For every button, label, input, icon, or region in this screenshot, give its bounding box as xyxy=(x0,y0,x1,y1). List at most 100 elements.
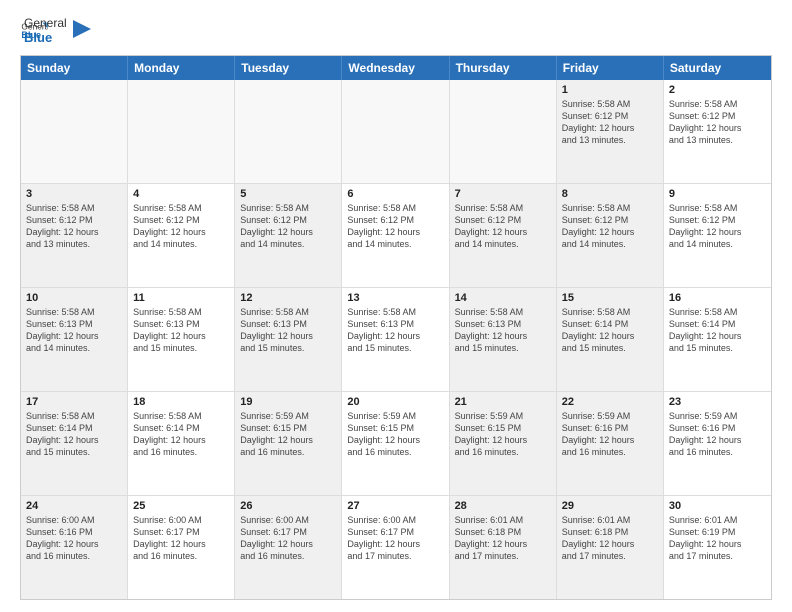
cell-details: Sunrise: 6:00 AM Sunset: 6:17 PM Dayligh… xyxy=(347,514,443,563)
cell-details: Sunrise: 5:59 AM Sunset: 6:15 PM Dayligh… xyxy=(347,410,443,459)
calendar-cell xyxy=(342,80,449,183)
day-number: 14 xyxy=(455,292,551,304)
calendar-cell: 25 Sunrise: 6:00 AM Sunset: 6:17 PM Dayli… xyxy=(128,496,235,599)
calendar-cell: 4 Sunrise: 5:58 AM Sunset: 6:12 PM Daylig… xyxy=(128,184,235,287)
day-number: 27 xyxy=(347,500,443,512)
cell-details: Sunrise: 5:58 AM Sunset: 6:12 PM Dayligh… xyxy=(26,202,122,251)
weekday-header-thursday: Thursday xyxy=(450,56,557,80)
cell-details: Sunrise: 5:58 AM Sunset: 6:12 PM Dayligh… xyxy=(669,98,766,147)
cell-details: Sunrise: 5:58 AM Sunset: 6:13 PM Dayligh… xyxy=(240,306,336,355)
day-number: 19 xyxy=(240,396,336,408)
day-number: 6 xyxy=(347,188,443,200)
cell-details: Sunrise: 6:00 AM Sunset: 6:17 PM Dayligh… xyxy=(240,514,336,563)
calendar-header: SundayMondayTuesdayWednesdayThursdayFrid… xyxy=(21,56,771,80)
calendar-cell xyxy=(128,80,235,183)
day-number: 5 xyxy=(240,188,336,200)
calendar-cell: 13 Sunrise: 5:58 AM Sunset: 6:13 PM Dayli… xyxy=(342,288,449,391)
calendar-cell: 27 Sunrise: 6:00 AM Sunset: 6:17 PM Dayli… xyxy=(342,496,449,599)
cell-details: Sunrise: 6:00 AM Sunset: 6:17 PM Dayligh… xyxy=(133,514,229,563)
calendar-row-4: 17 Sunrise: 5:58 AM Sunset: 6:14 PM Dayli… xyxy=(21,392,771,496)
calendar-cell: 24 Sunrise: 6:00 AM Sunset: 6:16 PM Dayli… xyxy=(21,496,128,599)
day-number: 16 xyxy=(669,292,766,304)
cell-details: Sunrise: 5:58 AM Sunset: 6:14 PM Dayligh… xyxy=(133,410,229,459)
calendar-cell: 20 Sunrise: 5:59 AM Sunset: 6:15 PM Dayli… xyxy=(342,392,449,495)
cell-details: Sunrise: 5:59 AM Sunset: 6:16 PM Dayligh… xyxy=(669,410,766,459)
calendar-cell: 3 Sunrise: 5:58 AM Sunset: 6:12 PM Daylig… xyxy=(21,184,128,287)
cell-details: Sunrise: 6:01 AM Sunset: 6:19 PM Dayligh… xyxy=(669,514,766,563)
day-number: 26 xyxy=(240,500,336,512)
calendar-cell: 7 Sunrise: 5:58 AM Sunset: 6:12 PM Daylig… xyxy=(450,184,557,287)
logo-arrow-icon xyxy=(73,20,91,38)
day-number: 7 xyxy=(455,188,551,200)
calendar-cell: 28 Sunrise: 6:01 AM Sunset: 6:18 PM Dayli… xyxy=(450,496,557,599)
cell-details: Sunrise: 5:58 AM Sunset: 6:12 PM Dayligh… xyxy=(562,98,658,147)
calendar-cell: 2Sunrise: 5:58 AM Sunset: 6:12 PM Daylig… xyxy=(664,80,771,183)
cell-details: Sunrise: 5:59 AM Sunset: 6:16 PM Dayligh… xyxy=(562,410,658,459)
calendar-cell: 11Sunrise: 5:58 AM Sunset: 6:13 PM Dayli… xyxy=(128,288,235,391)
day-number: 10 xyxy=(26,292,122,304)
logo-general: General xyxy=(24,16,67,30)
cell-details: Sunrise: 5:58 AM Sunset: 6:12 PM Dayligh… xyxy=(133,202,229,251)
calendar-body: 1 Sunrise: 5:58 AM Sunset: 6:12 PM Daylig… xyxy=(21,80,771,599)
cell-details: Sunrise: 5:58 AM Sunset: 6:14 PM Dayligh… xyxy=(669,306,766,355)
calendar-cell: 22Sunrise: 5:59 AM Sunset: 6:16 PM Dayli… xyxy=(557,392,664,495)
header: General Blue General Blue xyxy=(20,16,772,45)
calendar-row-1: 1 Sunrise: 5:58 AM Sunset: 6:12 PM Daylig… xyxy=(21,80,771,184)
day-number: 12 xyxy=(240,292,336,304)
calendar-row-3: 10 Sunrise: 5:58 AM Sunset: 6:13 PM Dayli… xyxy=(21,288,771,392)
day-number: 9 xyxy=(669,188,766,200)
cell-details: Sunrise: 6:01 AM Sunset: 6:18 PM Dayligh… xyxy=(455,514,551,563)
cell-details: Sunrise: 5:58 AM Sunset: 6:12 PM Dayligh… xyxy=(347,202,443,251)
cell-details: Sunrise: 5:58 AM Sunset: 6:12 PM Dayligh… xyxy=(455,202,551,251)
calendar-cell: 14 Sunrise: 5:58 AM Sunset: 6:13 PM Dayli… xyxy=(450,288,557,391)
cell-details: Sunrise: 5:58 AM Sunset: 6:14 PM Dayligh… xyxy=(26,410,122,459)
logo-blue: Blue xyxy=(24,30,67,45)
day-number: 3 xyxy=(26,188,122,200)
weekday-header-tuesday: Tuesday xyxy=(235,56,342,80)
cell-details: Sunrise: 5:58 AM Sunset: 6:13 PM Dayligh… xyxy=(26,306,122,355)
day-number: 24 xyxy=(26,500,122,512)
cell-details: Sunrise: 5:58 AM Sunset: 6:14 PM Dayligh… xyxy=(562,306,658,355)
calendar-cell: 9 Sunrise: 5:58 AM Sunset: 6:12 PM Daylig… xyxy=(664,184,771,287)
day-number: 4 xyxy=(133,188,229,200)
calendar-cell: 17 Sunrise: 5:58 AM Sunset: 6:14 PM Dayli… xyxy=(21,392,128,495)
cell-details: Sunrise: 5:58 AM Sunset: 6:13 PM Dayligh… xyxy=(347,306,443,355)
calendar-cell: 15Sunrise: 5:58 AM Sunset: 6:14 PM Dayli… xyxy=(557,288,664,391)
calendar-cell xyxy=(235,80,342,183)
calendar-cell xyxy=(21,80,128,183)
cell-details: Sunrise: 5:58 AM Sunset: 6:13 PM Dayligh… xyxy=(133,306,229,355)
calendar-cell: 30 Sunrise: 6:01 AM Sunset: 6:19 PM Dayli… xyxy=(664,496,771,599)
weekday-header-saturday: Saturday xyxy=(664,56,771,80)
calendar-cell: 23 Sunrise: 5:59 AM Sunset: 6:16 PM Dayli… xyxy=(664,392,771,495)
logo: General Blue General Blue xyxy=(20,16,91,45)
day-number: 8 xyxy=(562,188,658,200)
calendar-cell: 21 Sunrise: 5:59 AM Sunset: 6:15 PM Dayli… xyxy=(450,392,557,495)
day-number: 28 xyxy=(455,500,551,512)
weekday-header-friday: Friday xyxy=(557,56,664,80)
calendar-cell: 5Sunrise: 5:58 AM Sunset: 6:12 PM Daylig… xyxy=(235,184,342,287)
day-number: 25 xyxy=(133,500,229,512)
calendar-row-2: 3 Sunrise: 5:58 AM Sunset: 6:12 PM Daylig… xyxy=(21,184,771,288)
calendar-cell: 18Sunrise: 5:58 AM Sunset: 6:14 PM Dayli… xyxy=(128,392,235,495)
calendar-cell: 16 Sunrise: 5:58 AM Sunset: 6:14 PM Dayli… xyxy=(664,288,771,391)
calendar-row-5: 24 Sunrise: 6:00 AM Sunset: 6:16 PM Dayli… xyxy=(21,496,771,599)
cell-details: Sunrise: 5:58 AM Sunset: 6:12 PM Dayligh… xyxy=(669,202,766,251)
day-number: 21 xyxy=(455,396,551,408)
calendar-cell: 6 Sunrise: 5:58 AM Sunset: 6:12 PM Daylig… xyxy=(342,184,449,287)
cell-details: Sunrise: 5:58 AM Sunset: 6:13 PM Dayligh… xyxy=(455,306,551,355)
day-number: 23 xyxy=(669,396,766,408)
weekday-header-monday: Monday xyxy=(128,56,235,80)
cell-details: Sunrise: 5:59 AM Sunset: 6:15 PM Dayligh… xyxy=(240,410,336,459)
day-number: 29 xyxy=(562,500,658,512)
cell-details: Sunrise: 5:58 AM Sunset: 6:12 PM Dayligh… xyxy=(562,202,658,251)
calendar: SundayMondayTuesdayWednesdayThursdayFrid… xyxy=(20,55,772,600)
calendar-cell: 10 Sunrise: 5:58 AM Sunset: 6:13 PM Dayli… xyxy=(21,288,128,391)
day-number: 17 xyxy=(26,396,122,408)
cell-details: Sunrise: 6:00 AM Sunset: 6:16 PM Dayligh… xyxy=(26,514,122,563)
cell-details: Sunrise: 5:59 AM Sunset: 6:15 PM Dayligh… xyxy=(455,410,551,459)
day-number: 13 xyxy=(347,292,443,304)
day-number: 30 xyxy=(669,500,766,512)
calendar-cell xyxy=(450,80,557,183)
day-number: 1 xyxy=(562,84,658,96)
day-number: 20 xyxy=(347,396,443,408)
